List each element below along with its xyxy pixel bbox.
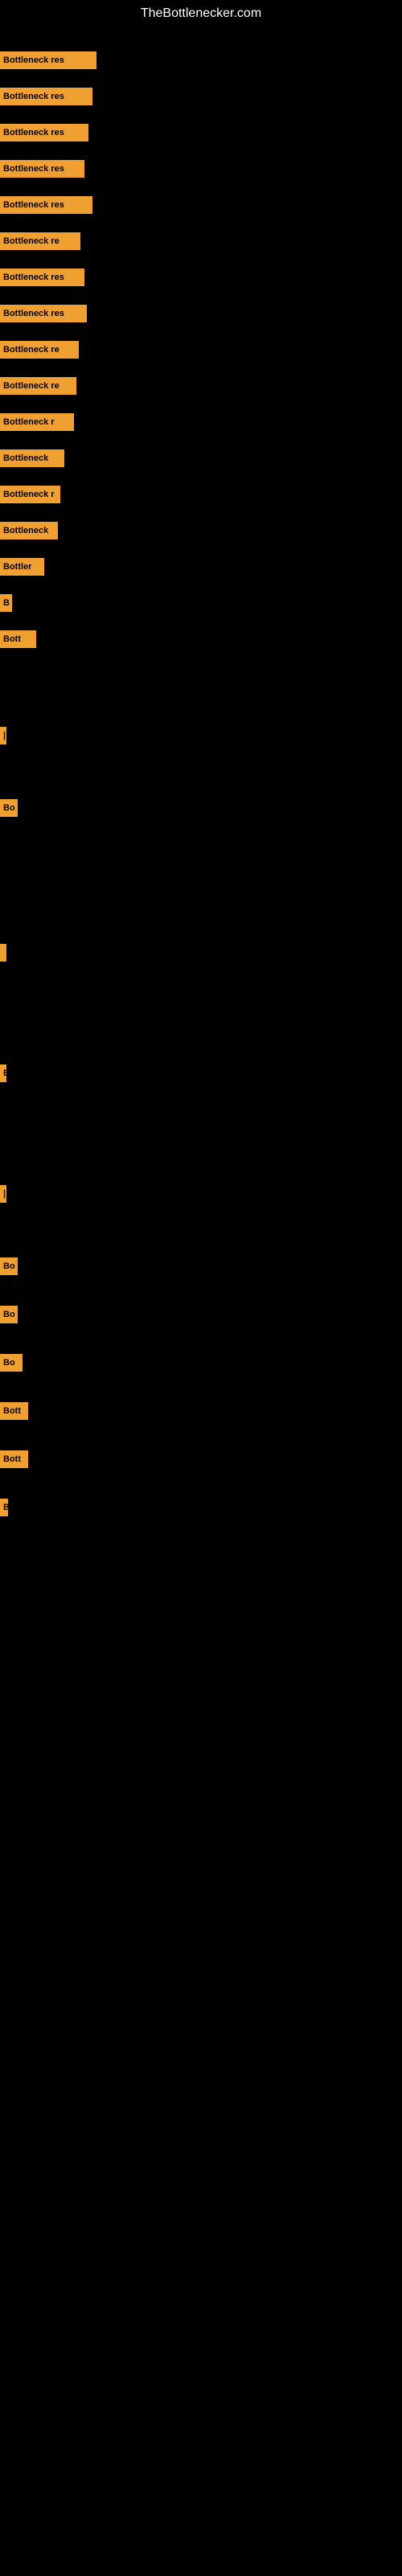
bar-item: Bo xyxy=(0,1306,18,1323)
bar-label: Bottleneck res xyxy=(0,124,88,142)
bar-item: Bott xyxy=(0,1402,28,1420)
bar-item: Bottleneck res xyxy=(0,160,84,178)
bar-label: B xyxy=(0,1499,8,1516)
bar-label: | xyxy=(0,1185,6,1203)
bar-label: Bottleneck r xyxy=(0,413,74,431)
bar-label: Bo xyxy=(0,1306,18,1323)
bar-label: Bo xyxy=(0,799,18,817)
bar-label: Bott xyxy=(0,1402,28,1420)
bar-label: Bottleneck re xyxy=(0,232,80,250)
bar-item: Bott xyxy=(0,1450,28,1468)
bar-item: Bottleneck res xyxy=(0,196,92,214)
bar-item: B xyxy=(0,594,12,612)
bar-item: Bo xyxy=(0,1354,23,1372)
bar-item: Bottleneck res xyxy=(0,269,84,286)
bar-label: Bottleneck xyxy=(0,522,58,539)
bar-item: Bottleneck res xyxy=(0,305,87,322)
bar-label: Bottler xyxy=(0,558,44,576)
bar-label: Bott xyxy=(0,630,36,648)
bar-item: | xyxy=(0,1185,6,1203)
bar-label: Bottleneck res xyxy=(0,88,92,105)
site-title: TheBottlenecker.com xyxy=(0,0,402,27)
bar-item: Bottleneck xyxy=(0,449,64,467)
bar-item: Bo xyxy=(0,799,18,817)
bar-label: B xyxy=(0,594,12,612)
bar-item: Bottleneck re xyxy=(0,341,79,359)
bar-item xyxy=(0,944,6,962)
bar-item: Bottleneck re xyxy=(0,232,80,250)
bar-item: Bottleneck r xyxy=(0,413,74,431)
bar-item: Bott xyxy=(0,630,36,648)
bar-label: Bottleneck r xyxy=(0,486,60,503)
bar-label: Bottleneck res xyxy=(0,160,84,178)
bar-label: Bottleneck res xyxy=(0,51,96,69)
bar-item: Bottleneck xyxy=(0,522,58,539)
bar-item: Bottleneck res xyxy=(0,51,96,69)
bar-label: Bottleneck res xyxy=(0,196,92,214)
bar-item: Bottleneck res xyxy=(0,124,88,142)
bar-item: Bottleneck re xyxy=(0,377,76,395)
bar-item: Bottleneck res xyxy=(0,88,92,105)
bar-item: | xyxy=(0,727,6,744)
bar-item: Bottleneck r xyxy=(0,486,60,503)
bar-label xyxy=(0,944,6,962)
bar-item: Bo xyxy=(0,1257,18,1275)
bar-item: B xyxy=(0,1499,8,1516)
bar-label: Bo xyxy=(0,1354,23,1372)
bar-label: Bo xyxy=(0,1257,18,1275)
bar-label: Bottleneck res xyxy=(0,305,87,322)
bar-label: Bottleneck re xyxy=(0,377,76,395)
bar-label: B xyxy=(0,1064,6,1082)
bar-label: Bott xyxy=(0,1450,28,1468)
bar-item: Bottler xyxy=(0,558,44,576)
bar-label: Bottleneck re xyxy=(0,341,79,359)
bar-label: Bottleneck res xyxy=(0,269,84,286)
bar-item: B xyxy=(0,1064,6,1082)
bar-label: | xyxy=(0,727,6,744)
bar-label: Bottleneck xyxy=(0,449,64,467)
